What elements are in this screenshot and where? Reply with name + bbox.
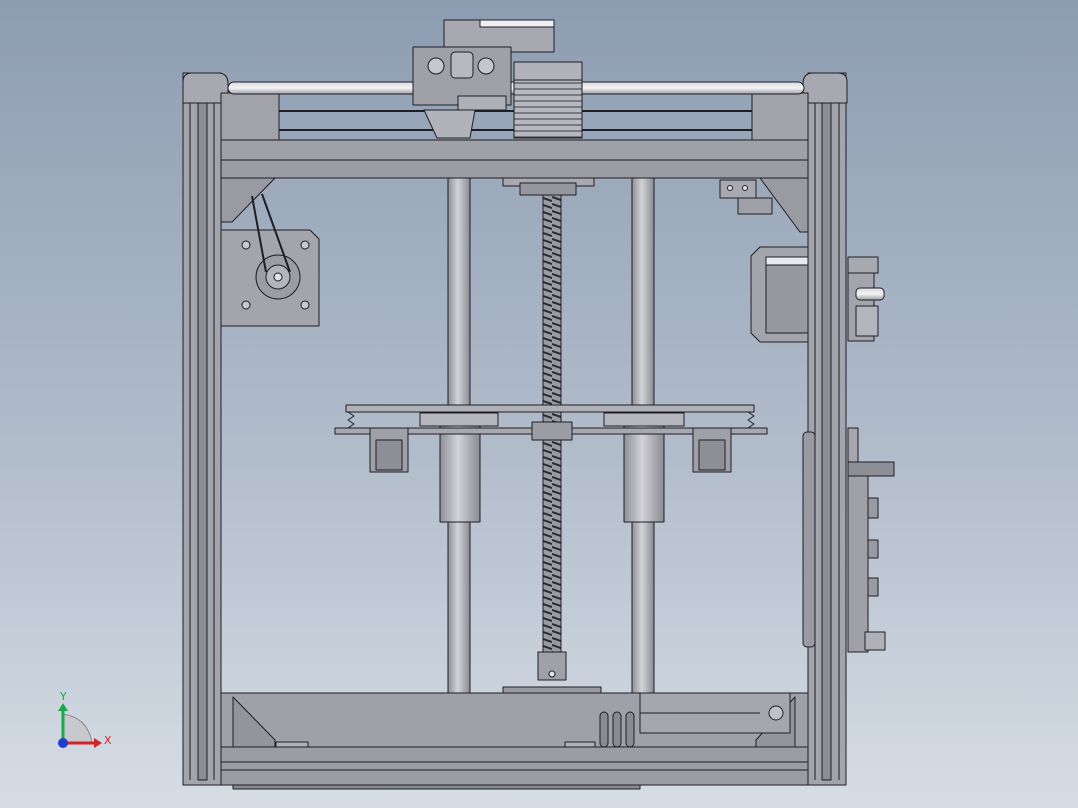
triad-xy-plane [62, 713, 93, 744]
base-foot-left [275, 741, 309, 748]
heatsink-cap [513, 61, 583, 81]
top-left-bracket [220, 177, 276, 223]
extruder-motor-core [765, 256, 809, 334]
coupler-screw [548, 670, 556, 678]
motor-mount-hole-tr [300, 240, 310, 250]
motor-shaft [273, 272, 283, 282]
top-beam [220, 139, 809, 161]
x-axis-label: X [104, 734, 112, 747]
endstop-lever [737, 197, 773, 215]
print-bed-top-plate [345, 404, 755, 413]
board-connector-3 [867, 577, 879, 597]
axis-triad: X Y [58, 690, 112, 748]
motor-mount-hole-bl [241, 300, 251, 310]
endstop-switch [719, 179, 757, 199]
z-axis-dot [58, 738, 68, 748]
bushing-flange-right [603, 412, 685, 427]
extruder-gear-right [477, 57, 495, 75]
lead-screw-base-plate [502, 686, 602, 694]
x-axis-assembly[interactable] [220, 19, 809, 141]
extruder-motor-label [765, 256, 809, 266]
right-post-slot [821, 99, 832, 781]
hotend-bracket [457, 95, 507, 111]
feeder-bracket [847, 256, 879, 274]
right-side-components[interactable] [719, 179, 895, 653]
control-board [847, 461, 895, 477]
z-bushing-right [623, 423, 665, 523]
left-post-slot [197, 99, 208, 781]
top-right-corner-cap [802, 72, 848, 104]
board-connector-4 [864, 631, 886, 651]
motor-mount-hole-tl [241, 240, 251, 250]
z-lead-screw [542, 179, 562, 661]
right-x-motor-block [751, 92, 809, 141]
z-bushing-left [439, 423, 481, 523]
hotend-nozzle-mount [423, 109, 476, 139]
control-board-pcb [847, 475, 869, 653]
board-mount-left [802, 431, 816, 648]
bushing-flange-left [419, 412, 499, 427]
bottom-beam [220, 746, 809, 786]
lead-screw-nut [531, 421, 573, 441]
board-connector-2 [867, 539, 879, 559]
bottom-rail [232, 784, 641, 790]
cable-clips [599, 711, 635, 748]
endstop-pin [727, 185, 733, 191]
motor-mount-hole-br [300, 300, 310, 310]
upper-crossbar [220, 159, 809, 179]
feeder-shaft [855, 287, 885, 301]
top-screw-nut [519, 182, 577, 196]
extruder-gear-left [427, 57, 445, 75]
feeder-wheel [855, 305, 879, 337]
extruder-idler [450, 51, 474, 79]
rod-holder-bolt [768, 705, 784, 721]
motor-label-plate [479, 19, 555, 28]
board-connector-1 [867, 497, 879, 519]
left-x-idler-block [220, 92, 280, 141]
y-axis-label: Y [59, 690, 67, 703]
base-foot-right [564, 741, 596, 748]
cad-viewport[interactable]: X Y [0, 0, 1078, 808]
